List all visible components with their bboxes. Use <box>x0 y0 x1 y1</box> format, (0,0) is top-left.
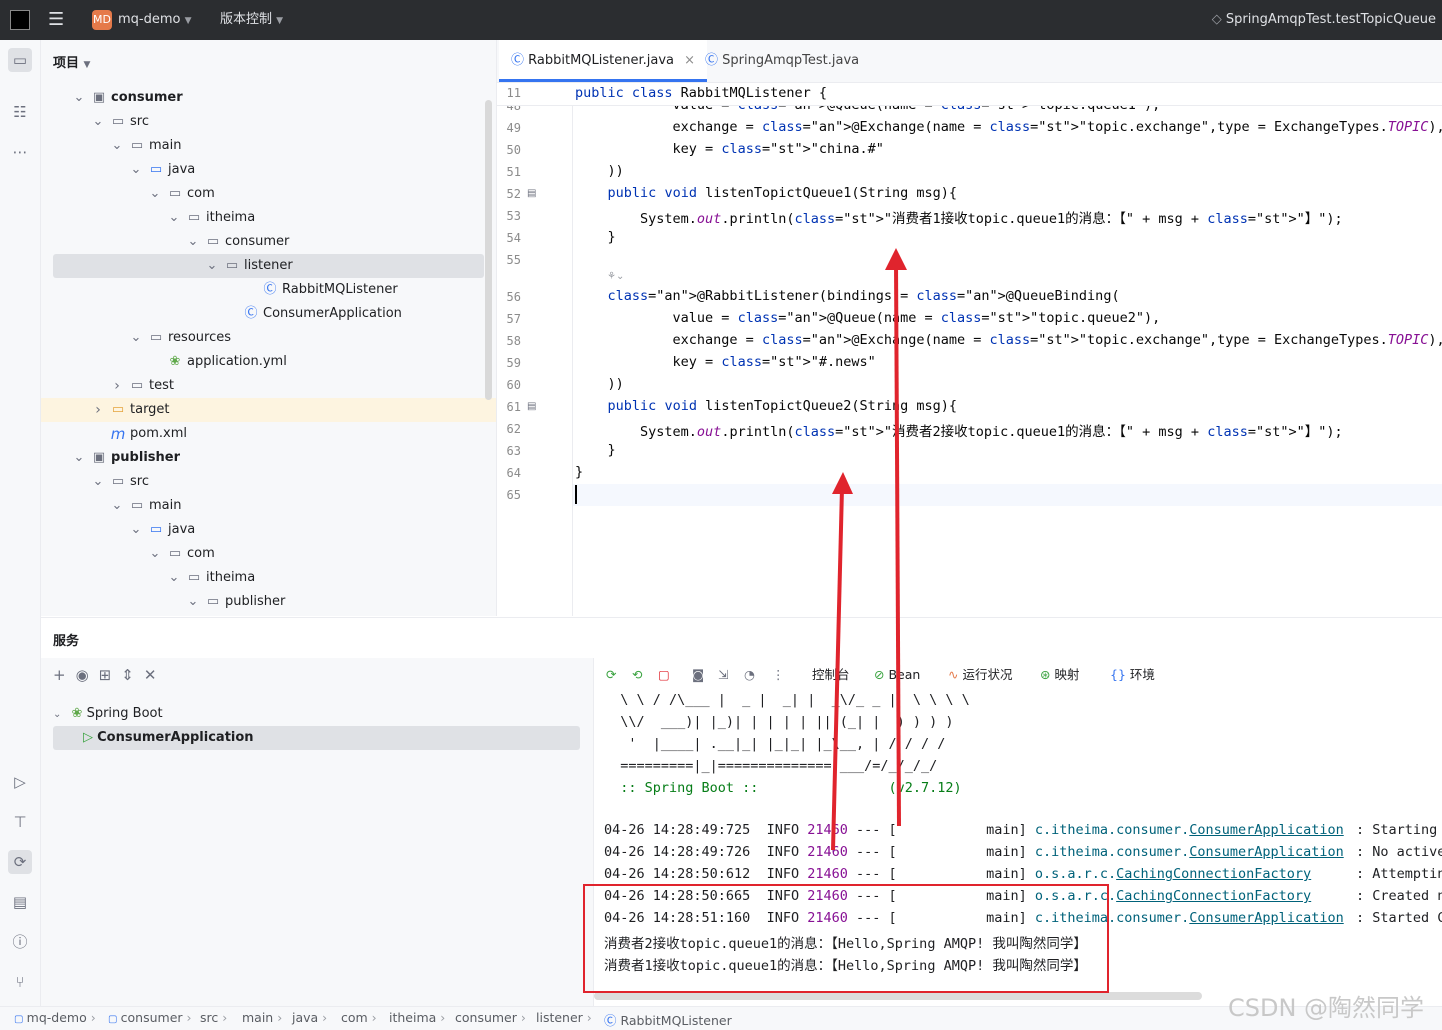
breadcrumb-label: com <box>341 1010 368 1025</box>
breadcrumb-item[interactable]: src › <box>200 1010 227 1025</box>
chevron-right-icon: › <box>516 1010 526 1025</box>
breadcrumb-label: itheima <box>389 1010 437 1025</box>
chevron-right-icon: › <box>582 1010 592 1025</box>
chevron-right-icon: › <box>182 1010 192 1025</box>
breadcrumb-label: consumer <box>120 1010 183 1025</box>
breadcrumb-item[interactable]: Ⓒ RabbitMQListener <box>604 1010 732 1029</box>
breadcrumb-label: mq-demo <box>26 1010 87 1025</box>
breadcrumb-item[interactable]: ▢ consumer › <box>108 1010 192 1025</box>
breadcrumb-label: consumer <box>455 1010 517 1025</box>
module-icon: ▢ <box>14 1014 27 1025</box>
breadcrumb-label: listener <box>536 1010 583 1025</box>
watermark: CSDN @陶然同学 <box>1228 994 1425 1022</box>
class-icon: Ⓒ <box>604 1013 621 1028</box>
breadcrumb-label: java <box>292 1010 319 1025</box>
status-bar: ▢ mq-demo › ▢ consumer › src › main › java ›… <box>0 1006 1442 1030</box>
breadcrumb-item[interactable]: itheima › <box>389 1010 445 1025</box>
line-number: 11 <box>506 86 521 100</box>
sticky-line-code: public class RabbitMQListener { <box>575 85 827 101</box>
chevron-right-icon: › <box>318 1010 328 1025</box>
breadcrumb-label: src <box>200 1010 219 1025</box>
annotation-arrows <box>831 248 907 851</box>
sticky-header[interactable]: 11 public class RabbitMQListener { <box>497 83 1442 106</box>
module-icon: ▢ <box>108 1014 121 1025</box>
chevron-right-icon: › <box>367 1010 377 1025</box>
breadcrumb-item[interactable]: ▢ mq-demo › <box>14 1010 96 1025</box>
breadcrumb-label: RabbitMQListener <box>620 1013 732 1028</box>
chevron-right-icon: › <box>86 1010 96 1025</box>
arrow-to-queue1-listener <box>885 248 907 827</box>
breadcrumb-item[interactable]: com › <box>341 1010 377 1025</box>
chevron-right-icon: › <box>273 1010 283 1025</box>
breadcrumb-item[interactable]: listener › <box>536 1010 592 1025</box>
breadcrumb-label: main <box>242 1010 274 1025</box>
breadcrumb-item[interactable]: consumer › <box>455 1010 526 1025</box>
chevron-right-icon: › <box>218 1010 228 1025</box>
chevron-right-icon: › <box>436 1010 446 1025</box>
arrow-to-queue2-listener <box>831 472 853 851</box>
breadcrumb-item[interactable]: java › <box>292 1010 327 1025</box>
breadcrumb-item[interactable]: main › <box>242 1010 282 1025</box>
